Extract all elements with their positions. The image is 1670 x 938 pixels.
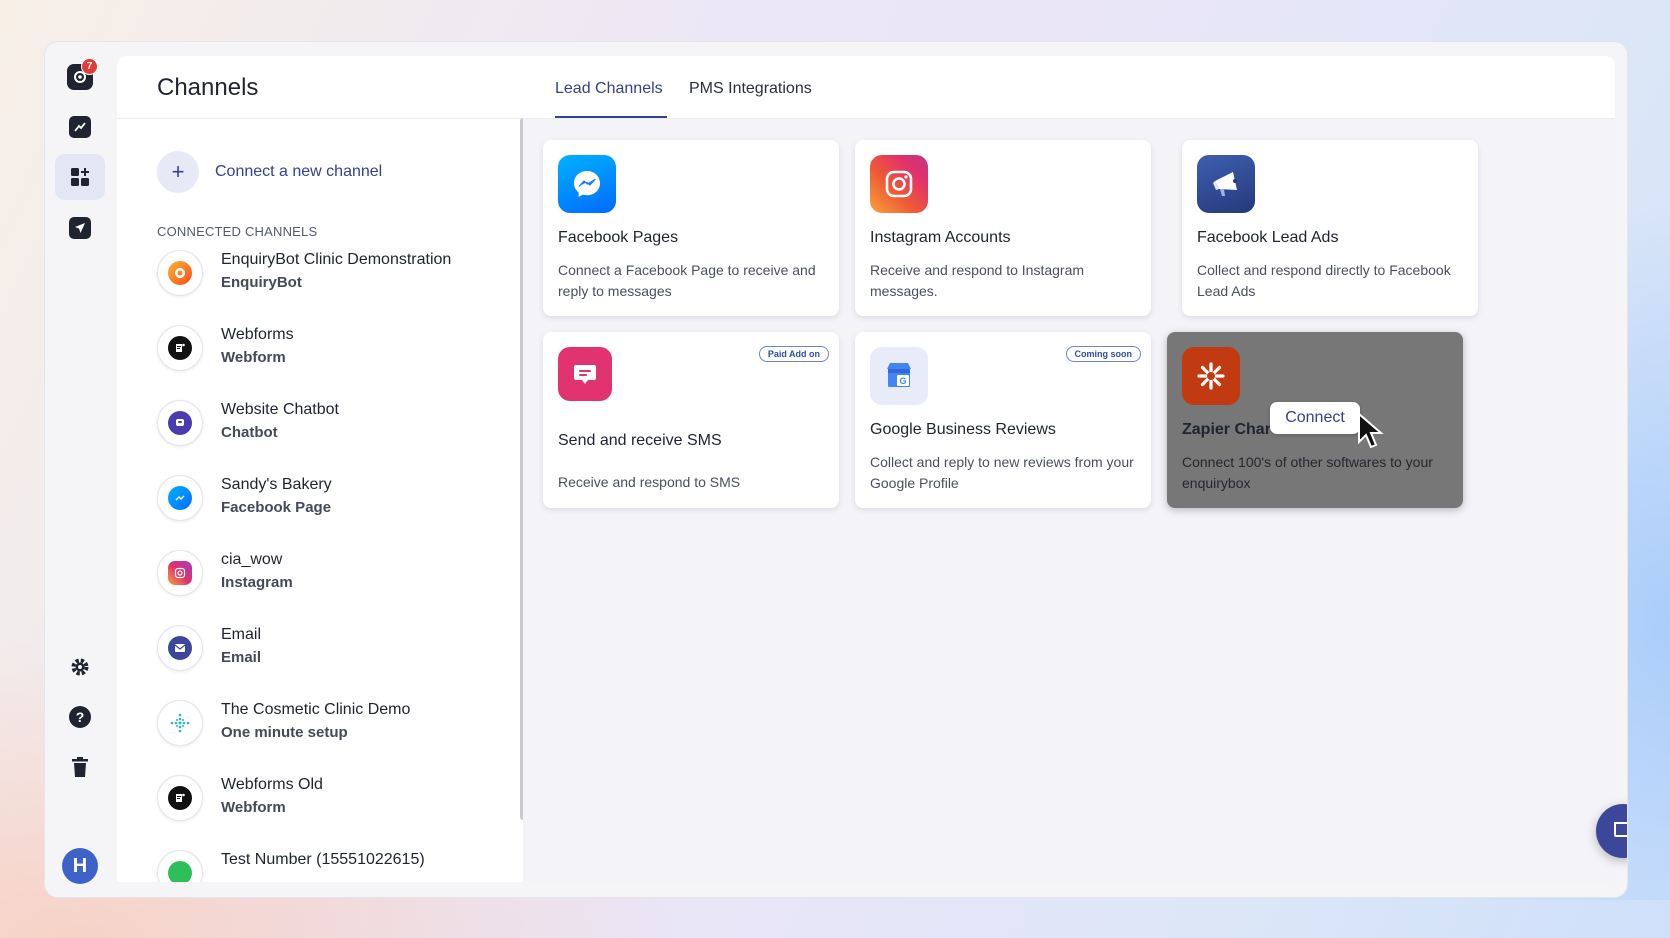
coming-soon-badge: Coming soon [1065,346,1141,362]
list-item[interactable]: cia_wow Instagram [157,550,497,625]
tab-bar: Lead Channels PMS Integrations [523,56,1615,119]
connect-button[interactable]: Connect [1270,402,1360,434]
app-window: 7 ? H Channels + Connect a new channel C… [44,41,1628,898]
chat-bubble-icon [1614,822,1627,837]
connected-channel-list: EnquiryBot Clinic Demonstration EnquiryBo… [157,250,497,882]
channel-name: Sandy's Bakery [221,476,332,493]
active-tab-indicator [555,116,667,118]
channel-card-facebook-lead-ads[interactable]: Facebook Lead Ads Collect and respond di… [1182,140,1478,316]
card-title: Facebook Lead Ads [1197,229,1339,246]
card-title: Send and receive SMS [558,432,722,449]
trash-icon [72,757,88,777]
inbox-nav[interactable]: 7 [55,54,105,100]
channel-type: Webform [221,799,286,816]
channel-type: Chatbot [221,424,278,441]
tab-pms-integrations[interactable]: PMS Integrations [689,80,812,98]
channel-type: One minute setup [221,724,348,741]
instagram-icon [168,561,192,585]
list-item[interactable]: Test Number (15551022615) [157,850,497,882]
channel-name: Webforms [221,326,294,343]
google-business-icon: G [870,347,928,405]
gear-icon [71,658,89,676]
channel-type: Instagram [221,574,293,591]
tab-lead-channels[interactable]: Lead Channels [555,80,663,98]
list-item[interactable]: Webforms Webform [157,325,497,400]
card-title: Facebook Pages [558,229,679,246]
notification-badge: 7 [81,58,98,75]
sparkle-icon [168,711,192,735]
channel-name: Website Chatbot [221,401,339,418]
help-icon: ? [69,706,91,728]
paid-add-on-badge: Paid Add on [758,346,829,362]
list-item[interactable]: Webforms Old Webform [157,775,497,850]
channel-name: EnquiryBot Clinic Demonstration [221,251,452,268]
webform-icon [168,336,192,360]
channel-type: Email [221,649,262,666]
card-description: Connect 100's of other softwares to your… [1182,454,1433,491]
channel-card-facebook-pages[interactable]: Facebook Pages Connect a Facebook Page t… [543,140,839,316]
email-icon [168,636,192,660]
page-title: Channels [157,74,259,101]
card-description: Connect a Facebook Page to receive and r… [558,262,816,299]
channel-card-instagram[interactable]: Instagram Accounts Receive and respond t… [855,140,1151,316]
card-title: Zapier Char [1182,421,1271,438]
sms-icon [558,347,612,401]
channel-name: The Cosmetic Clinic Demo [221,701,411,718]
messenger-icon [168,486,192,510]
send-nav[interactable] [55,205,105,251]
svg-text:G: G [899,376,906,386]
messenger-icon [558,155,616,213]
connect-new-channel-button[interactable]: + Connect a new channel [157,151,382,193]
phone-icon [168,861,192,882]
channel-name: Webforms Old [221,776,323,793]
list-item[interactable]: The Cosmetic Clinic Demo One minute setup [157,700,497,775]
channels-panel: Channels + Connect a new channel CONNECT… [117,56,524,882]
channel-type: Webform [221,349,286,366]
channel-card-sms[interactable]: Paid Add on Send and receive SMS Receive… [543,332,839,508]
list-item[interactable]: Sandy's Bakery Facebook Page [157,475,497,550]
channel-card-zapier[interactable]: Zapier Char Connect 100's of other softw… [1167,332,1463,508]
enquirybot-icon [168,261,192,285]
connect-new-channel-label: Connect a new channel [215,163,383,180]
channel-name: cia_wow [221,551,283,568]
card-title: Google Business Reviews [870,421,1056,438]
card-description: Collect and reply to new reviews from yo… [870,454,1134,491]
trash-nav[interactable] [55,744,105,790]
list-item[interactable]: EnquiryBot Clinic Demonstration EnquiryBo… [157,250,497,325]
dashboard-grid-icon [71,168,89,186]
channel-type: Facebook Page [221,499,332,516]
nav-rail: 7 ? H [45,42,117,897]
section-label: CONNECTED CHANNELS [157,224,318,239]
instagram-icon [870,155,928,213]
list-item[interactable]: Email Email [157,625,497,700]
channel-card-google-business[interactable]: Coming soon G Google Business Reviews Co… [855,332,1151,508]
card-description: Receive and respond to SMS [558,474,741,490]
list-item[interactable]: Website Chatbot Chatbot [157,400,497,475]
plus-icon: + [157,151,199,193]
card-description: Collect and respond directly to Facebook… [1197,262,1451,299]
integrations-panel: Lead Channels PMS Integrations Facebook … [523,56,1615,882]
card-description: Receive and respond to Instagram message… [870,262,1085,299]
reports-nav[interactable] [55,104,105,150]
settings-nav[interactable] [55,644,105,690]
zapier-icon [1182,347,1240,405]
divider [117,118,523,119]
chart-icon [69,116,91,138]
card-title: Instagram Accounts [870,229,1011,246]
user-avatar[interactable]: H [62,848,98,884]
send-icon [69,217,91,239]
channels-nav[interactable] [55,154,105,200]
mouse-cursor-icon [1358,412,1384,449]
help-nav[interactable]: ? [55,694,105,740]
webform-icon [168,786,192,810]
channel-name: Test Number (15551022615) [221,851,425,868]
channel-name: Email [221,626,262,643]
channel-type: EnquiryBot [221,274,302,291]
megaphone-icon [1197,155,1255,213]
chatbot-icon [168,411,192,435]
